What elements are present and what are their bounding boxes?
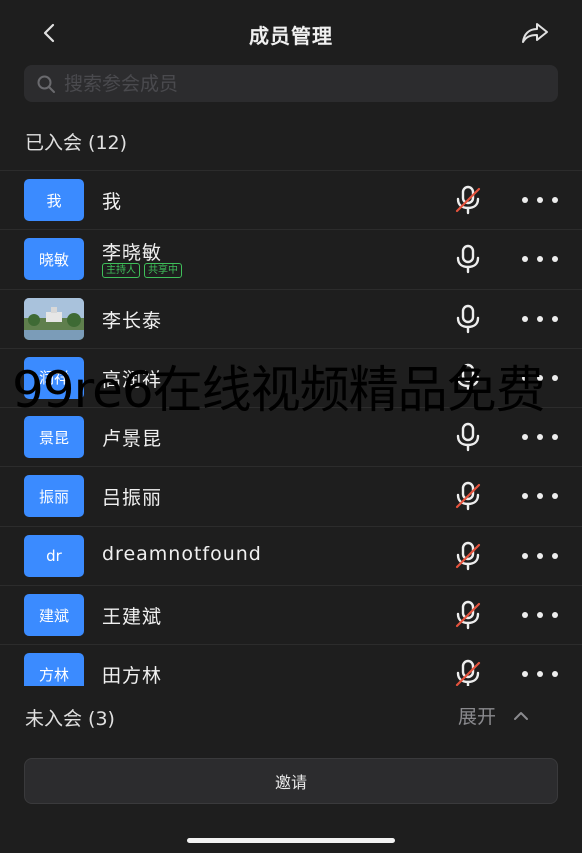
mic-muted-icon[interactable] xyxy=(454,600,482,630)
member-row[interactable]: 李长泰 xyxy=(0,288,582,348)
not-joined-section: 未入会 (3) 展开 xyxy=(0,686,582,744)
member-row[interactable]: 方林 田方林 xyxy=(0,644,582,686)
watermark-text: 99re6在线视频精品免费 xyxy=(12,361,546,419)
avatar: dr xyxy=(24,534,84,577)
member-name: 李长泰 xyxy=(102,309,163,332)
more-options-icon[interactable] xyxy=(522,426,558,448)
member-list: 我我晓敏 李晓敏 主持人 共享中 李长泰 润祥 高润祥 景昆 卢景昆 振丽 吕振丽 dr dreamno… xyxy=(0,170,582,686)
member-row[interactable]: 晓敏 李晓敏 主持人 共享中 xyxy=(0,229,582,288)
more-options-icon[interactable] xyxy=(522,545,558,567)
role-badge: 主持人 xyxy=(102,263,140,279)
top-bar: 成员管理 xyxy=(0,0,582,64)
member-row[interactable]: 振丽 吕振丽 xyxy=(0,466,582,525)
more-options-icon[interactable] xyxy=(522,485,558,507)
expand-label: 展开 xyxy=(458,706,497,728)
dot xyxy=(522,493,528,500)
mic-muted-icon[interactable] xyxy=(454,185,482,215)
dot xyxy=(552,374,558,381)
role-badge: 共享中 xyxy=(144,263,182,279)
share-icon xyxy=(522,23,548,43)
dot xyxy=(522,256,528,263)
more-options-icon[interactable] xyxy=(522,663,558,685)
dot xyxy=(537,315,543,322)
dot xyxy=(537,612,543,619)
member-name: 卢景昆 xyxy=(102,428,163,451)
member-name: dreamnotfound xyxy=(102,542,262,565)
search-icon xyxy=(37,75,55,93)
member-name: 我 xyxy=(102,191,123,213)
dot xyxy=(522,552,528,559)
avatar: 景昆 xyxy=(24,416,84,459)
mic-icon[interactable] xyxy=(454,422,482,452)
home-indicator xyxy=(187,838,395,843)
dot xyxy=(552,434,558,441)
avatar: 方林 xyxy=(24,653,84,686)
mic-muted-icon[interactable] xyxy=(454,481,482,511)
member-row[interactable]: 建斌 王建斌 xyxy=(0,585,582,644)
member-name: 李晓敏 xyxy=(102,242,163,265)
dot xyxy=(552,612,558,619)
dot xyxy=(522,434,528,441)
more-options-icon[interactable] xyxy=(522,189,558,211)
member-name: 王建斌 xyxy=(102,606,163,629)
avatar: 晓敏 xyxy=(24,238,84,281)
mic-icon[interactable] xyxy=(454,244,482,274)
dot xyxy=(537,256,543,263)
dot xyxy=(552,552,558,559)
more-options-icon[interactable] xyxy=(522,248,558,270)
more-options-icon[interactable] xyxy=(522,308,558,330)
avatar: 建斌 xyxy=(24,594,84,637)
dot xyxy=(552,671,558,678)
member-tags: 主持人 共享中 xyxy=(102,263,182,279)
avatar: 我 xyxy=(24,179,84,221)
page-title: 成员管理 xyxy=(249,24,333,48)
invite-button[interactable]: 邀请 xyxy=(24,758,558,804)
dot xyxy=(552,197,558,203)
avatar xyxy=(24,297,84,340)
mic-muted-icon[interactable] xyxy=(454,541,482,571)
mic-icon[interactable] xyxy=(454,304,482,334)
chevron-up-icon xyxy=(514,711,529,720)
dot xyxy=(537,197,543,203)
avatar: 振丽 xyxy=(24,475,84,518)
member-row[interactable]: 我我 xyxy=(0,170,582,229)
dot xyxy=(537,671,543,678)
dot xyxy=(522,315,528,322)
member-name: 吕振丽 xyxy=(102,487,163,510)
expand-button[interactable]: 展开 xyxy=(458,702,530,729)
dot xyxy=(552,256,558,263)
member-name: 田方林 xyxy=(102,665,163,686)
dot xyxy=(522,671,528,678)
mic-muted-icon[interactable] xyxy=(454,659,482,686)
share-button[interactable] xyxy=(518,18,552,48)
not-joined-section-title: 未入会 (3) xyxy=(25,708,115,730)
dot xyxy=(552,315,558,322)
dot xyxy=(552,493,558,500)
dot xyxy=(537,434,543,441)
joined-section-title: 已入会 (12) xyxy=(25,132,128,154)
search-input[interactable] xyxy=(64,72,544,95)
dot xyxy=(537,493,543,500)
dot xyxy=(522,197,528,203)
dot xyxy=(537,552,543,559)
member-row[interactable]: dr dreamnotfound xyxy=(0,525,582,585)
search-bar[interactable] xyxy=(24,65,558,102)
dot xyxy=(522,612,528,619)
more-options-icon[interactable] xyxy=(522,604,558,626)
